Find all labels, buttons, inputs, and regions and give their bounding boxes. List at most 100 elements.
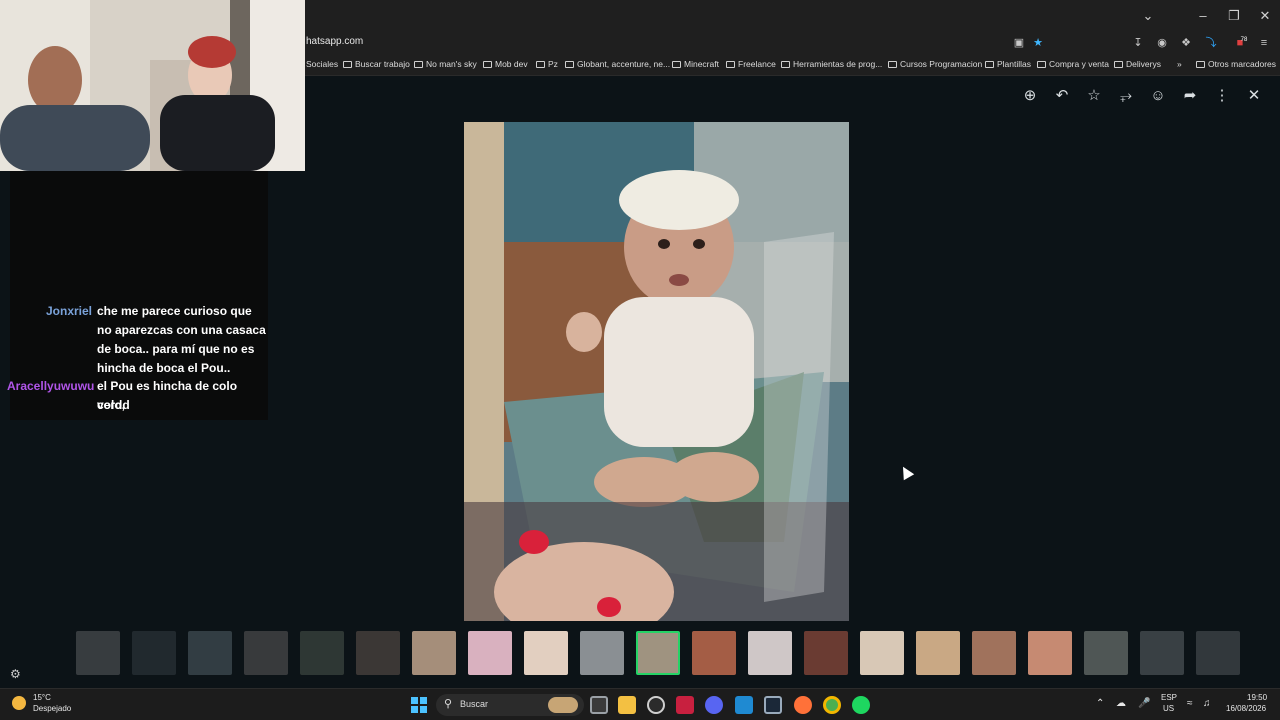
chrome-icon[interactable] — [823, 696, 841, 714]
keyboard-layout[interactable]: US — [1163, 704, 1174, 714]
bookmark-folder[interactable]: Freelance — [726, 59, 776, 69]
thumbnail[interactable] — [1028, 631, 1072, 675]
weather-desc[interactable]: Despejado — [33, 704, 71, 714]
taskbar-search-box[interactable]: ⚲ Buscar — [436, 694, 584, 716]
install-app-icon[interactable]: ▣ — [1011, 35, 1027, 51]
thumbnail[interactable] — [524, 631, 568, 675]
thumbnail[interactable] — [412, 631, 456, 675]
folder-icon — [672, 61, 681, 68]
star-icon[interactable]: ☆ — [1084, 86, 1104, 106]
folder-icon — [343, 61, 352, 68]
thumbnail[interactable] — [132, 631, 176, 675]
chat-message-line: verdd — [97, 398, 130, 412]
folder-icon — [483, 61, 492, 68]
bookmark-folder[interactable]: Otros marcadores — [1196, 59, 1276, 69]
chat-message-line: no aparezcas con una casaca — [97, 323, 266, 337]
folder-icon — [536, 61, 545, 68]
bookmark-folder[interactable]: Deliverys — [1114, 59, 1161, 69]
onedrive-icon[interactable]: ☁ — [1116, 699, 1126, 709]
minimize-icon[interactable]: – — [1191, 6, 1215, 26]
close-icon[interactable]: ✕ — [1244, 86, 1264, 106]
language-code[interactable]: ESP — [1161, 693, 1177, 703]
translate-extension-icon[interactable]: ⤵ — [1203, 35, 1219, 51]
folder-icon — [565, 61, 574, 68]
microphone-icon[interactable]: 🎤 — [1138, 699, 1150, 709]
thumbnail[interactable] — [76, 631, 120, 675]
bookmark-star-icon[interactable]: ★ — [1030, 35, 1046, 51]
settings-gear-icon[interactable]: ⚙ — [10, 667, 21, 681]
moon-weather-icon — [12, 696, 26, 710]
thumbnail[interactable] — [748, 631, 792, 675]
search-icon: ⚲ — [444, 698, 453, 710]
mouse-cursor-icon — [897, 463, 915, 481]
bookmark-item[interactable]: Sociales — [306, 59, 338, 69]
bookmark-folder[interactable]: Compra y venta — [1037, 59, 1109, 69]
emoji-icon[interactable]: ☺ — [1148, 86, 1168, 106]
media-photo[interactable] — [464, 122, 849, 621]
volume-icon[interactable]: ♫ — [1203, 699, 1211, 709]
thumbnail[interactable] — [692, 631, 736, 675]
url-text[interactable]: hatsapp.com — [306, 36, 363, 47]
firefox-icon[interactable] — [794, 696, 812, 714]
extension-badge: 78 — [1240, 37, 1248, 43]
thumbnail[interactable] — [1084, 631, 1128, 675]
clock-date[interactable]: 16/08/2026 — [1226, 704, 1266, 714]
thumbnail[interactable] — [356, 631, 400, 675]
bookmark-folder[interactable]: Minecraft — [672, 59, 719, 69]
folder-icon — [414, 61, 423, 68]
thumbnail[interactable] — [468, 631, 512, 675]
task-view-icon[interactable] — [590, 696, 608, 714]
thumbnail[interactable] — [244, 631, 288, 675]
tab-list-icon[interactable]: ⌄ — [1136, 6, 1160, 26]
thumbnail[interactable] — [916, 631, 960, 675]
vscode-icon[interactable] — [735, 696, 753, 714]
github-desktop-icon[interactable] — [647, 696, 665, 714]
windows-start-icon[interactable] — [411, 697, 427, 713]
bookmark-folder[interactable]: Plantillas — [985, 59, 1031, 69]
more-icon[interactable]: ⋮ — [1212, 86, 1232, 106]
zoom-in-icon[interactable]: ⊕ — [1020, 86, 1040, 106]
bookmark-folder[interactable]: Globant, accenture, ne... — [565, 59, 670, 69]
chat-username: Aracellyuwuwu — [7, 379, 95, 393]
stream-chat: Jonxriel che me parece curioso que no ap… — [7, 171, 268, 420]
bookmark-folder[interactable]: No man's sky — [414, 59, 477, 69]
menu-icon[interactable]: ≡ — [1256, 35, 1272, 51]
bookmark-folder[interactable]: Buscar trabajo — [343, 59, 410, 69]
jetbrains-icon[interactable] — [676, 696, 694, 714]
thumbnail[interactable] — [1140, 631, 1184, 675]
thumbnail[interactable] — [972, 631, 1016, 675]
clock-time[interactable]: 19:50 — [1247, 693, 1267, 703]
wifi-icon[interactable]: ≈ — [1187, 699, 1193, 709]
thumbnail[interactable] — [580, 631, 624, 675]
forward-icon[interactable]: ➦ — [1180, 86, 1200, 106]
screen: ⌄ – ❐ ✕ hatsapp.com ▣ ★ ↧ ◉ ❖ ⤵ ■ 78 ≡ S… — [0, 0, 1280, 720]
thumbnail[interactable] — [188, 631, 232, 675]
chat-message-line: che me parece curioso que — [97, 304, 252, 318]
download-icon[interactable]: ↧ — [1130, 35, 1146, 51]
restore-icon[interactable]: ❐ — [1222, 6, 1246, 26]
pin-icon[interactable]: ⥅ — [1116, 86, 1136, 106]
steam-icon[interactable] — [764, 696, 782, 714]
bookmark-folder[interactable]: Herramientas de prog... — [781, 59, 882, 69]
thumbnail-active[interactable] — [636, 631, 680, 675]
bookmark-folder[interactable]: Pz — [536, 59, 558, 69]
more-bookmarks-icon[interactable]: » — [1177, 59, 1182, 69]
tray-overflow-icon[interactable]: ⌃ — [1096, 699, 1104, 709]
bookmark-folder[interactable]: Cursos Programacion — [888, 59, 982, 69]
thumbnail-strip — [34, 628, 1280, 678]
discord-icon[interactable] — [705, 696, 723, 714]
spotify-icon[interactable] — [852, 696, 870, 714]
thumbnail[interactable] — [860, 631, 904, 675]
folder-icon — [726, 61, 735, 68]
extensions-icon[interactable]: ❖ — [1178, 35, 1194, 51]
thumbnail[interactable] — [1196, 631, 1240, 675]
file-explorer-icon[interactable] — [618, 696, 636, 714]
profile-icon[interactable]: ◉ — [1154, 35, 1170, 51]
folder-icon — [888, 61, 897, 68]
reply-icon[interactable]: ↶ — [1052, 86, 1072, 106]
thumbnail[interactable] — [300, 631, 344, 675]
bookmark-folder[interactable]: Mob dev — [483, 59, 528, 69]
weather-temp[interactable]: 15°C — [33, 693, 51, 703]
thumbnail[interactable] — [804, 631, 848, 675]
window-close-icon[interactable]: ✕ — [1253, 6, 1277, 26]
